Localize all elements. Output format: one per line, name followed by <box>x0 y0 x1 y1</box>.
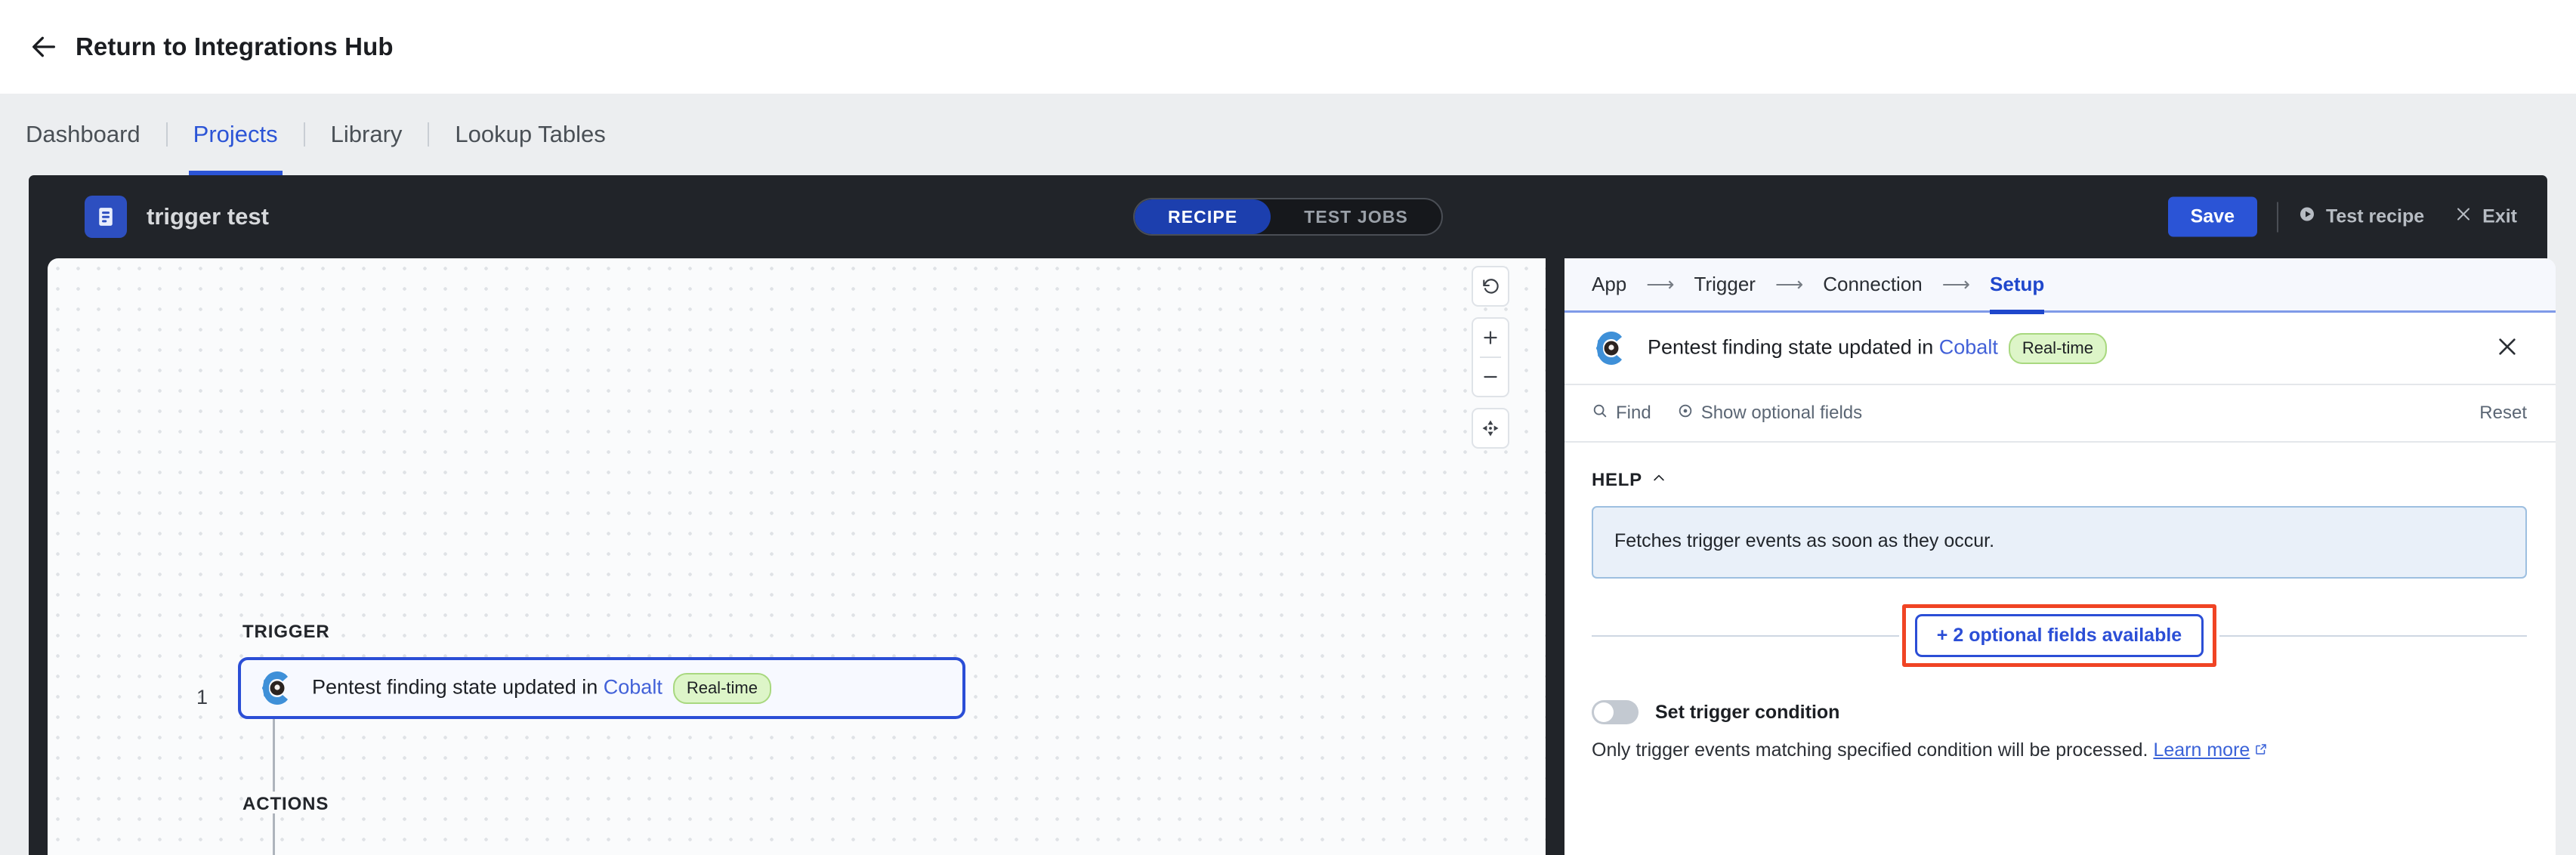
annotation-highlight: + 2 optional fields available <box>1901 604 2217 667</box>
exit-label: Exit <box>2482 205 2517 227</box>
recipe-mode-toggle: RECIPE TEST JOBS <box>1133 198 1443 236</box>
panel-breadcrumb-tabs: App ⟶ Trigger ⟶ Connection ⟶ Setup <box>1564 258 2556 314</box>
divider-right <box>2219 634 2528 637</box>
toggle-knob <box>1594 702 1614 722</box>
recipe-title: trigger test <box>147 203 269 230</box>
trigger-condition-description: Only trigger events matching specified c… <box>1592 739 2527 761</box>
panel-title-before: Pentest finding state updated in <box>1648 335 1939 359</box>
trigger-section-label: TRIGGER <box>242 622 330 642</box>
external-link-icon <box>2254 739 2268 761</box>
step-number: 1 <box>196 686 208 708</box>
main-nav: Dashboard Projects Library Lookup Tables <box>0 94 2576 175</box>
zoom-out-button[interactable] <box>1472 358 1509 396</box>
divider-left <box>1592 634 1899 637</box>
back-to-hub-link[interactable]: Return to Integrations Hub <box>76 32 394 61</box>
set-trigger-condition-toggle[interactable] <box>1592 700 1639 724</box>
close-icon <box>2495 335 2519 363</box>
show-optional-fields-label: Show optional fields <box>1700 403 1863 423</box>
tab-connection[interactable]: Connection <box>1823 258 1923 312</box>
panel-app-name: Cobalt <box>1938 335 1998 359</box>
connector-line-top <box>273 719 275 792</box>
nav-list: Dashboard Projects Library Lookup Tables <box>26 94 632 175</box>
recipe-header: trigger test RECIPE TEST JOBS Save Test … <box>29 175 2547 258</box>
action-divider <box>2276 202 2278 232</box>
nav-item-library[interactable]: Library <box>305 94 428 175</box>
save-button[interactable]: Save <box>2167 196 2257 237</box>
trigger-step-card[interactable]: Pentest finding state updated in Cobalt R… <box>238 657 965 719</box>
nav-item-lookup-tables[interactable]: Lookup Tables <box>429 94 631 175</box>
step-config-panel: App ⟶ Trigger ⟶ Connection ⟶ Setup Pente… <box>1564 258 2556 855</box>
eye-icon <box>1677 403 1694 424</box>
reset-button[interactable]: Reset <box>2479 403 2527 424</box>
realtime-badge: Real-time <box>672 672 771 704</box>
play-circle-icon <box>2298 205 2316 229</box>
panel-title-row: Pentest finding state updated in Cobalt R… <box>1564 313 2556 385</box>
test-recipe-label: Test recipe <box>2325 205 2425 227</box>
recipe-canvas[interactable]: TRIGGER 1 Pentest finding state updated … <box>48 258 1546 855</box>
fit-to-screen-button[interactable] <box>1472 408 1509 449</box>
zoom-in-button[interactable] <box>1472 319 1509 357</box>
move-arrows-icon <box>1472 409 1509 447</box>
trigger-step-text: Pentest finding state updated in Cobalt R… <box>312 672 771 704</box>
recipe-editor-shell: trigger test RECIPE TEST JOBS Save Test … <box>29 175 2556 855</box>
trigger-condition-description-text: Only trigger events matching specified c… <box>1592 739 2148 761</box>
trigger-condition-row: Set trigger condition <box>1592 700 2527 724</box>
mode-tab-recipe[interactable]: RECIPE <box>1135 199 1271 234</box>
optional-fields-button[interactable]: + 2 optional fields available <box>1914 614 2204 657</box>
help-heading: HELP <box>1592 470 1642 490</box>
find-button[interactable]: Find <box>1592 403 1651 424</box>
recipe-action-buttons: Save Test recipe Exit <box>2167 196 2517 237</box>
close-panel-button[interactable] <box>2491 332 2524 365</box>
close-icon <box>2454 205 2473 229</box>
panel-toolbar: Find Show optional fields Reset <box>1564 385 2556 443</box>
arrow-right-icon: ⟶ <box>1774 273 1804 295</box>
search-icon <box>1592 403 1608 424</box>
actions-section-label: ACTIONS <box>242 794 329 814</box>
back-arrow-icon[interactable] <box>26 29 62 65</box>
mode-tab-test-jobs[interactable]: TEST JOBS <box>1271 199 1441 234</box>
find-label: Find <box>1616 403 1651 423</box>
tab-app[interactable]: App <box>1592 258 1626 312</box>
connector-line-bottom <box>273 813 275 855</box>
help-section-header[interactable]: HELP <box>1592 470 1666 491</box>
top-bar: Return to Integrations Hub <box>0 0 2576 94</box>
test-recipe-button[interactable]: Test recipe <box>2298 205 2424 229</box>
trigger-app-name: Cobalt <box>603 675 663 699</box>
optional-fields-row: + 2 optional fields available <box>1592 604 2528 667</box>
zoom-controls <box>1472 317 1509 397</box>
nav-item-dashboard[interactable]: Dashboard <box>26 94 166 175</box>
panel-body: HELP Fetches trigger events as soon as t… <box>1564 443 2556 761</box>
exit-button[interactable]: Exit <box>2454 205 2517 229</box>
undo-icon <box>1472 267 1509 305</box>
reset-view-button[interactable] <box>1472 266 1509 307</box>
learn-more-link[interactable]: Learn more <box>2153 739 2250 761</box>
recipe-document-icon <box>85 196 127 238</box>
tab-trigger[interactable]: Trigger <box>1694 258 1756 312</box>
cobalt-logo-icon <box>1592 329 1631 368</box>
arrow-right-icon: ⟶ <box>1941 273 1971 295</box>
tab-setup[interactable]: Setup <box>1990 258 2045 314</box>
panel-title-text: Pentest finding state updated in Cobalt R… <box>1648 332 2107 364</box>
cobalt-logo-icon <box>258 668 297 708</box>
nav-item-projects[interactable]: Projects <box>168 94 304 175</box>
chevron-up-icon <box>1651 470 1666 491</box>
show-optional-fields-button[interactable]: Show optional fields <box>1677 403 1862 424</box>
realtime-badge: Real-time <box>2008 332 2107 364</box>
help-text-box: Fetches trigger events as soon as they o… <box>1592 506 2527 579</box>
trigger-text-before: Pentest finding state updated in <box>312 675 604 699</box>
trigger-condition-label: Set trigger condition <box>1655 701 1840 723</box>
canvas-controls <box>1472 266 1509 449</box>
arrow-right-icon: ⟶ <box>1646 273 1675 295</box>
